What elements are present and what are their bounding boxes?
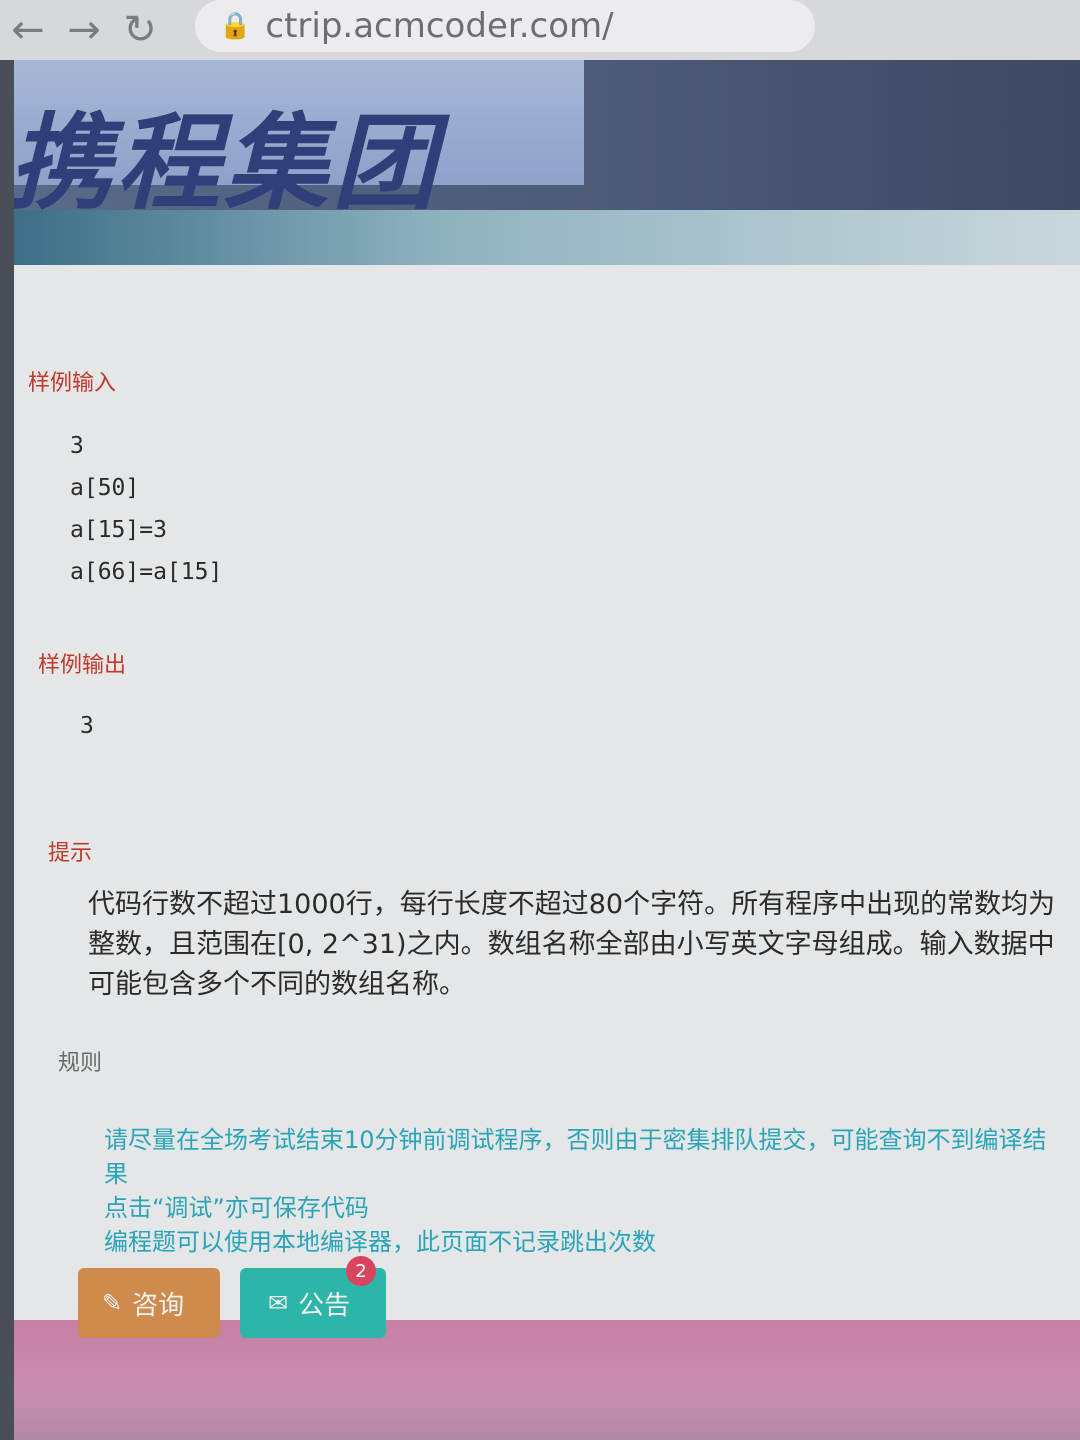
rules-list: 请尽量在全场考试结束10分钟前调试程序，否则由于密集排队提交，可能查询不到编译结… [104, 1123, 1054, 1259]
sample-input-line: a[50] [70, 475, 140, 501]
sample-output-block: 3 [80, 705, 94, 747]
sample-output-title: 样例输出 [38, 653, 127, 678]
rule-item: 点击“调试”亦可保存代码 [104, 1194, 369, 1222]
footer-band [14, 1320, 1080, 1440]
sample-output-line: 3 [80, 713, 94, 739]
banner-subband [14, 210, 1080, 265]
address-bar[interactable]: 🔒 ctrip.acmcoder.com/ [195, 0, 815, 52]
hint-text: 代码行数不超过1000行，每行长度不超过80个字符。所有程序中出现的常数均为整数… [88, 889, 1056, 1000]
notice-count-badge: 2 [346, 1256, 376, 1286]
forward-icon[interactable]: → [56, 2, 112, 58]
sample-input-line: 3 [70, 433, 84, 459]
lock-icon: 🔒 [219, 11, 252, 41]
rule-item: 编程题可以使用本地编译器，此页面不记录跳出次数 [104, 1228, 656, 1256]
sample-input-line: a[66]=a[15] [70, 559, 223, 585]
rules-title: 规则 [58, 1051, 103, 1076]
problem-content: 样例输入 3 a[50] a[15]=3 a[66]=a[15] 样例输出 3 … [14, 265, 1080, 1365]
envelope-icon: ✉ [268, 1289, 289, 1317]
hint-title: 提示 [48, 841, 93, 866]
sample-input-block: 3 a[50] a[15]=3 a[66]=a[15] [70, 425, 222, 593]
consult-button[interactable]: ✎ 咨询 [78, 1268, 220, 1338]
site-logo-title: 携程集团 [14, 102, 441, 224]
sample-input-title: 样例输入 [28, 371, 117, 396]
browser-toolbar: ← → ↻ 🔒 ctrip.acmcoder.com/ [0, 0, 1080, 60]
page-viewport: 携程集团 样例输入 3 a[50] a[15]=3 a[66]=a[15] 样例… [14, 60, 1080, 1440]
back-icon[interactable]: ← [0, 2, 56, 58]
chat-icon: ✎ [102, 1289, 123, 1317]
rule-item: 请尽量在全场考试结束10分钟前调试程序，否则由于密集排队提交，可能查询不到编译结… [104, 1126, 1047, 1188]
sample-input-line: a[15]=3 [70, 517, 167, 543]
consult-label: 咨询 [132, 1290, 185, 1321]
site-banner: 携程集团 [14, 60, 1080, 224]
url-text: ctrip.acmcoder.com/ [265, 6, 614, 46]
banner-logo-area: 携程集团 [14, 60, 584, 224]
reload-icon[interactable]: ↻ [112, 2, 168, 58]
notice-label: 公告 [298, 1290, 351, 1321]
